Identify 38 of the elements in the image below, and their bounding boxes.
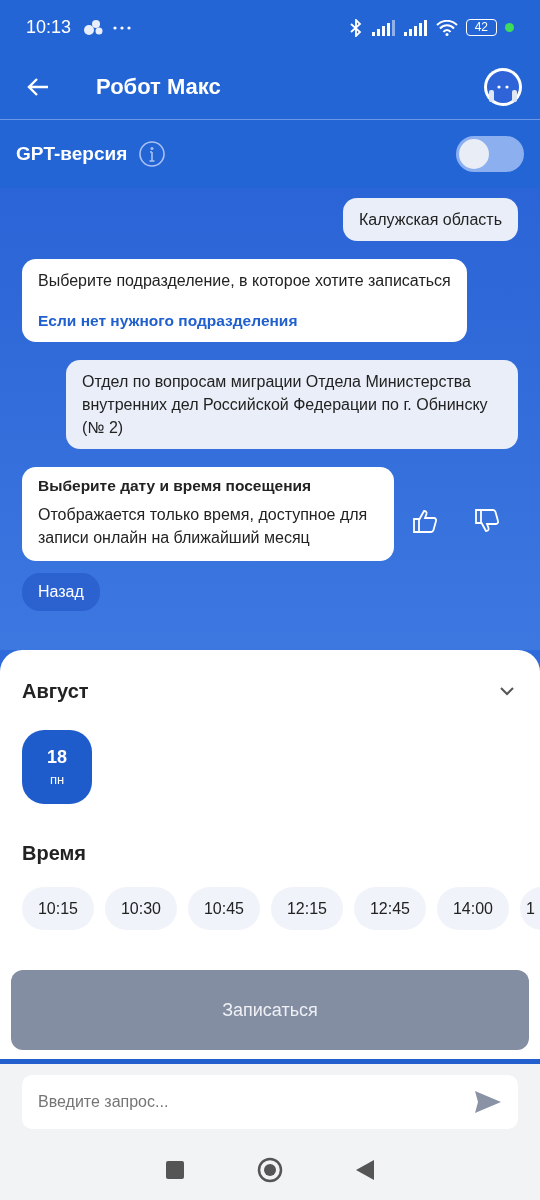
time-chip[interactable]: 10:30	[105, 887, 177, 930]
robot-avatar[interactable]	[484, 68, 522, 106]
user-message: Отдел по вопросам миграции Отдела Министерства внутренних дел Российской Федерации по г. Обнинску (№ 2)	[66, 360, 518, 449]
time-chip[interactable]: 14:00	[437, 887, 509, 930]
thumbs-up-icon[interactable]	[412, 508, 438, 534]
info-icon[interactable]	[139, 141, 166, 167]
home-icon[interactable]	[257, 1156, 283, 1183]
time-chip[interactable]: 12:15	[271, 887, 343, 930]
status-time: 10:13	[26, 17, 72, 38]
signal-icon	[403, 19, 428, 36]
battery-indicator: 42	[465, 19, 497, 36]
missing-department-link[interactable]: Если нет нужного подразделения	[38, 312, 451, 330]
signal-icon	[371, 19, 396, 36]
time-chip[interactable]: 10:15	[22, 887, 94, 930]
gpt-switch[interactable]	[456, 136, 524, 172]
thumbs-down-icon[interactable]	[474, 508, 500, 534]
chevron-down-icon[interactable]	[499, 686, 515, 696]
message-text: Выберите подразделение, в которое хотите записаться	[38, 271, 451, 291]
more-icon	[113, 25, 132, 30]
gpt-version-label: GPT-версия	[16, 143, 128, 165]
query-input-field[interactable]: Введите запрос...	[22, 1074, 518, 1129]
time-chip[interactable]: 1	[520, 887, 540, 930]
wifi-icon	[435, 19, 458, 36]
month-label: Август	[22, 679, 89, 703]
date-chip[interactable]: 18 пн	[22, 730, 92, 804]
recents-icon[interactable]	[166, 1160, 185, 1179]
send-icon[interactable]	[474, 1089, 502, 1114]
back-icon[interactable]	[355, 1159, 374, 1180]
back-arrow-icon[interactable]	[26, 77, 50, 97]
time-chip[interactable]: 12:45	[354, 887, 426, 930]
status-dot-icon	[505, 23, 514, 32]
time-chip[interactable]: 10:45	[188, 887, 260, 930]
time-heading: Время	[22, 842, 87, 865]
message-text: Отображается только время, доступное для записи онлайн на ближайший месяц	[38, 505, 369, 548]
user-message: Калужская область	[342, 198, 518, 241]
chat-title: Робот Макс	[96, 74, 221, 100]
message-title: Выберите дату и время посещения	[38, 477, 313, 495]
back-button[interactable]: Назад	[22, 573, 100, 611]
